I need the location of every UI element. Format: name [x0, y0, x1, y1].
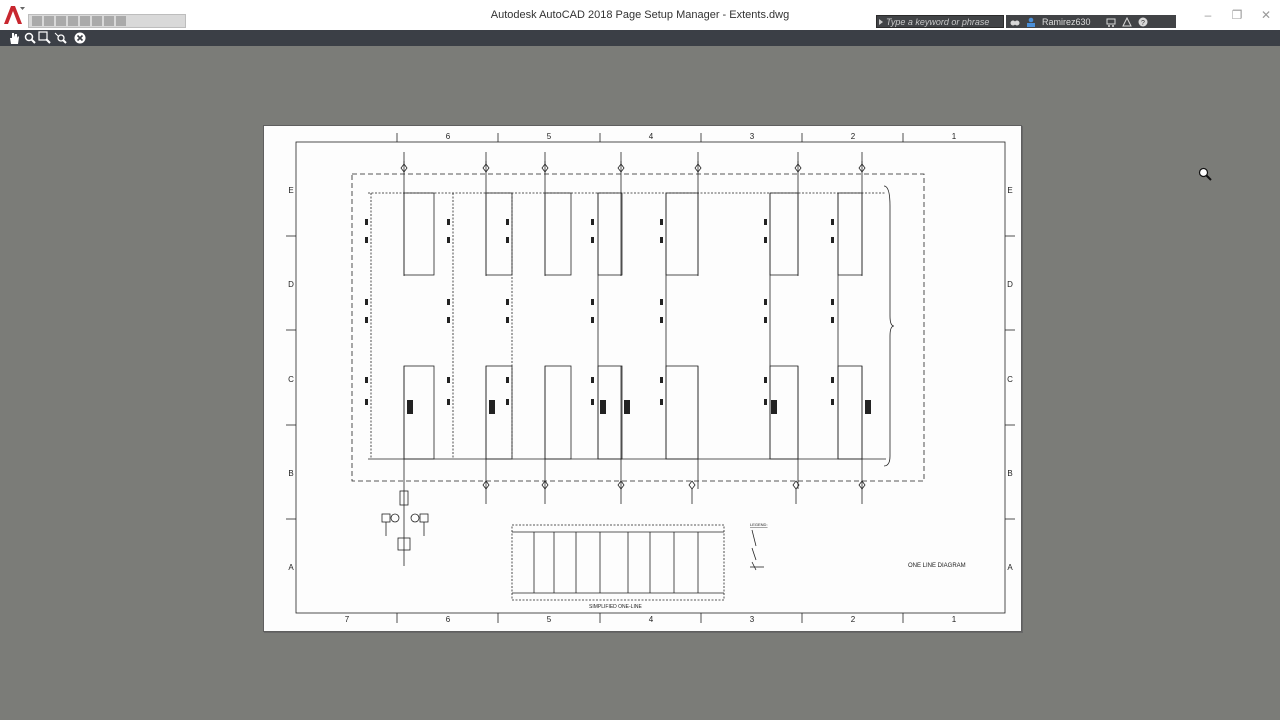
binoculars-icon[interactable] [1010, 17, 1020, 27]
one-line-diagram-drawing: 6 5 4 3 2 1 7 6 5 4 3 2 1 E D C B A E D … [286, 132, 1015, 624]
simplified-one-line [511, 524, 725, 601]
row-label-right: A [1007, 563, 1013, 572]
title-bar: Autodesk AutoCAD 2018 Page Setup Manager… [0, 0, 1280, 30]
row-label-right: D [1007, 280, 1013, 289]
row-label-left: A [288, 563, 294, 572]
title-block-label: ONE LINE DIAGRAM [908, 563, 966, 569]
zoom-window-icon[interactable] [38, 31, 52, 45]
pan-icon[interactable] [7, 31, 21, 45]
zoom-original-icon[interactable] [54, 31, 68, 45]
column-label-bottom: 4 [649, 615, 654, 624]
row-label-left: E [288, 186, 293, 195]
sub-caption: SIMPLIFIED ONE-LINE [589, 604, 642, 610]
zoom-realtime-icon[interactable] [23, 31, 37, 45]
infocenter-bar: Ramirez630 ? [1006, 15, 1176, 28]
help-icon[interactable]: ? [1138, 17, 1148, 27]
close-preview-icon[interactable] [73, 31, 87, 45]
restore-button[interactable]: ❐ [1228, 8, 1246, 22]
drawing-frame [295, 141, 1006, 614]
column-label-bottom: 5 [547, 615, 552, 624]
column-label-top: 4 [649, 132, 654, 141]
column-label-bottom: 1 [952, 615, 957, 624]
column-label-top: 6 [446, 132, 451, 141]
user-name[interactable]: Ramirez630 [1042, 17, 1100, 27]
column-label-top: 2 [851, 132, 856, 141]
column-label-top: 1 [952, 132, 957, 141]
column-label-top: 5 [547, 132, 552, 141]
close-button[interactable]: ✕ [1257, 8, 1275, 22]
zoom-cursor-icon [1198, 167, 1212, 181]
row-label-left: D [288, 280, 294, 289]
exchange-icon[interactable] [1122, 16, 1132, 27]
search-input[interactable]: Type a keyword or phrase [876, 15, 1004, 28]
column-label-bottom: 6 [446, 615, 451, 624]
cart-icon[interactable] [1106, 17, 1116, 27]
drawing-sheet[interactable]: 6 5 4 3 2 1 7 6 5 4 3 2 1 E D C B A E D … [263, 125, 1022, 632]
row-label-left: C [288, 375, 294, 384]
row-label-left: B [288, 469, 293, 478]
column-label-top: 3 [750, 132, 755, 141]
column-label-bottom: 7 [345, 615, 350, 624]
row-label-right: E [1007, 186, 1012, 195]
column-label-bottom: 2 [851, 615, 856, 624]
minimize-button[interactable]: – [1199, 8, 1217, 22]
preview-toolbar [0, 30, 1280, 46]
legend-title: LEGEND: [750, 522, 768, 527]
column-label-bottom: 3 [750, 615, 755, 624]
user-icon[interactable] [1026, 17, 1036, 27]
status-bar [0, 704, 1280, 720]
row-label-right: C [1007, 375, 1013, 384]
row-label-right: B [1007, 469, 1012, 478]
svg-text:?: ? [1141, 20, 1145, 27]
